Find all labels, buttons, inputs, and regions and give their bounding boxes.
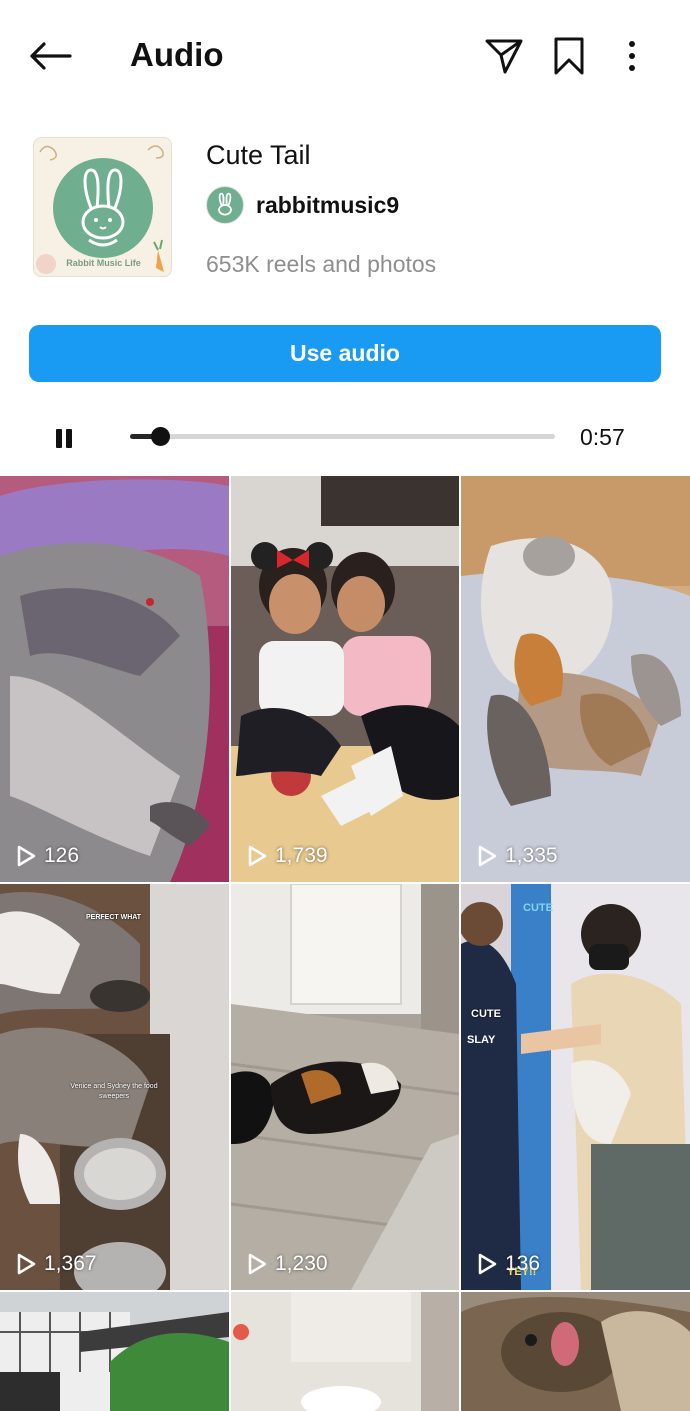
view-count: 1,335 (477, 844, 558, 868)
rabbit-icon (81, 168, 125, 247)
reel-thumbnail[interactable] (231, 1292, 459, 1411)
play-outline-icon (248, 845, 267, 867)
artist-name: rabbitmusic9 (256, 191, 400, 218)
view-count-label: 1,367 (44, 1252, 97, 1275)
more-vertical-icon (629, 41, 635, 71)
view-count: 1,739 (247, 844, 328, 868)
bookmark-icon (554, 37, 584, 75)
artist-avatar (206, 186, 244, 224)
play-outline-icon (478, 845, 497, 867)
artist-link[interactable]: rabbitmusic9 (206, 185, 399, 225)
use-audio-button[interactable]: Use audio (29, 325, 661, 382)
track-title: Cute Tail (206, 140, 311, 170)
play-outline-icon (478, 1253, 497, 1275)
sticker-label: SLAY (467, 1034, 496, 1046)
share-button[interactable] (480, 32, 528, 80)
reel-thumbnail[interactable] (0, 1292, 229, 1411)
arrow-left-icon (30, 42, 72, 70)
girls-on-couch-image (231, 476, 459, 882)
audio-cover-art: Rabbit Music Life (33, 137, 172, 277)
reel-thumbnail[interactable]: 1,335 (461, 476, 690, 882)
reel-thumbnail[interactable] (461, 1292, 690, 1411)
top-bar: Audio (0, 0, 690, 110)
sticker-label: CUTE (523, 902, 553, 914)
progress-slider[interactable] (130, 427, 555, 446)
view-count-label: 1,739 (275, 844, 328, 867)
play-outline-icon (248, 1253, 267, 1275)
play-outline-icon (17, 845, 36, 867)
cat-purple-hat-image (0, 476, 229, 882)
view-count: 136 (477, 1252, 540, 1276)
reel-thumbnail[interactable]: 126 (0, 476, 229, 882)
pause-bar (56, 428, 62, 448)
reel-thumbnail[interactable]: 1,739 (231, 476, 459, 882)
paper-plane-icon (485, 39, 523, 74)
audio-player: 0:57 (0, 410, 690, 464)
dog-closeup-image (461, 1292, 690, 1411)
reel-thumbnail[interactable]: PERFECT WHAT Venice and Sydney the food … (0, 884, 229, 1290)
page-title: Audio (130, 36, 224, 73)
view-count-label: 136 (505, 1252, 541, 1275)
cat-on-floor-image (231, 884, 459, 1290)
back-button[interactable] (26, 34, 74, 78)
progress-knob[interactable] (150, 427, 170, 446)
pause-bar (66, 428, 72, 448)
view-count-label: 1,230 (275, 1252, 328, 1275)
cover-label: Rabbit Music Life (66, 258, 141, 268)
reels-grid: 126 1,739 1,335 PERFECT WHAT Venice and … (0, 476, 690, 1411)
view-count: 1,367 (16, 1252, 97, 1276)
view-count: 1,230 (247, 1252, 328, 1276)
view-count: 126 (16, 844, 79, 868)
cat-with-kittens-image (461, 476, 690, 882)
room-interior-image (231, 1292, 459, 1411)
people-holding-dog-image (461, 884, 690, 1290)
view-count-label: 1,335 (505, 844, 558, 867)
cover-circle (53, 158, 153, 258)
reel-count: 653K reels and photos (206, 251, 437, 277)
view-count-label: 126 (44, 844, 80, 867)
pause-button[interactable] (44, 418, 84, 458)
sticker-label: CUTE (471, 1008, 501, 1020)
remaining-time: 0:57 (580, 424, 625, 450)
play-outline-icon (17, 1253, 36, 1275)
rabbit-icon (218, 192, 232, 216)
save-button[interactable] (545, 32, 593, 80)
reel-caption-top: PERFECT WHAT (86, 914, 142, 921)
building-plants-image (0, 1292, 229, 1411)
reel-thumbnail[interactable]: 1,230 (231, 884, 459, 1290)
reel-thumbnail[interactable]: CUTE SLAY CUTE YEY!! 136 (461, 884, 690, 1290)
reel-caption: Venice and Sydney the food sweepers (70, 1083, 158, 1100)
more-options-button[interactable] (608, 32, 656, 80)
